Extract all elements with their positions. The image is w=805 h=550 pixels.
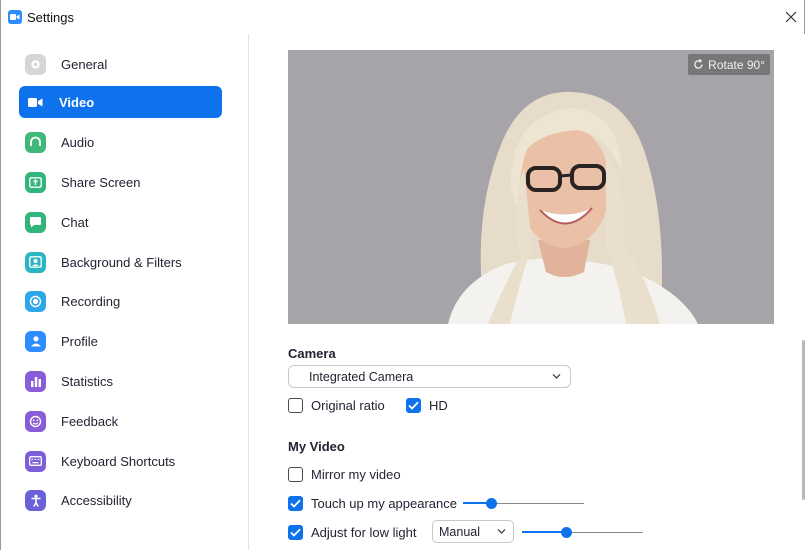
sidebar-item-accessibility[interactable]: Accessibility — [19, 484, 222, 516]
sidebar-item-label: Share Screen — [61, 174, 141, 190]
sidebar-item-label: Recording — [61, 293, 121, 309]
profile-icon — [25, 330, 46, 352]
my-video-section-title: My Video — [288, 439, 345, 454]
hd-checkbox[interactable]: HD — [406, 398, 448, 413]
sidebar-item-feedback[interactable]: Feedback — [19, 405, 222, 437]
sidebar-item-label: Background & Filters — [61, 254, 182, 270]
sidebar-item-video[interactable]: Video — [19, 86, 222, 118]
low-light-mode-value: Manual — [439, 524, 480, 539]
camera-section-title: Camera — [288, 346, 336, 361]
window-title: Settings — [27, 9, 74, 25]
rotate-90-button[interactable]: Rotate 90° — [688, 54, 770, 75]
sidebar-item-label: Keyboard Shortcuts — [61, 453, 176, 469]
slider-thumb[interactable] — [485, 498, 497, 509]
zoom-app-icon — [8, 10, 22, 24]
sidebar-item-label: Video — [59, 94, 95, 110]
chevron-down-icon — [552, 374, 561, 379]
hd-label: HD — [429, 398, 448, 413]
low-light-mode-select[interactable]: Manual — [432, 520, 514, 543]
keyboard-icon — [25, 450, 46, 472]
close-button[interactable] — [782, 8, 800, 26]
video-settings-panel: Rotate 90° Camera Integrated Camera Orig… — [250, 34, 805, 550]
checkmark-icon — [290, 528, 301, 537]
chevron-down-icon — [497, 529, 506, 534]
sidebar-item-chat[interactable]: Chat — [19, 206, 222, 238]
slider-fill — [522, 531, 566, 533]
low-light-label: Adjust for low light — [311, 525, 417, 540]
sidebar-item-label: Statistics — [61, 373, 114, 389]
slider-thumb[interactable] — [560, 527, 572, 538]
touch-up-label: Touch up my appearance — [311, 496, 457, 511]
title-bar: Settings — [1, 0, 804, 34]
statistics-icon — [25, 370, 46, 392]
sidebar-item-background-filters[interactable]: Background & Filters — [19, 246, 222, 278]
sidebar-item-keyboard-shortcuts[interactable]: Keyboard Shortcuts — [19, 445, 222, 477]
sidebar-item-recording[interactable]: Recording — [19, 285, 222, 317]
sidebar-item-share-screen[interactable]: Share Screen — [19, 166, 222, 198]
gear-icon — [25, 53, 46, 75]
sidebar-item-label: Profile — [61, 333, 98, 349]
checkbox-unchecked[interactable] — [288, 398, 303, 413]
checkbox-checked[interactable] — [406, 398, 421, 413]
touch-up-checkbox[interactable]: Touch up my appearance — [288, 496, 457, 511]
sidebar-item-audio[interactable]: Audio — [19, 126, 222, 158]
sidebar-item-label: Accessibility — [61, 492, 132, 508]
camera-select[interactable]: Integrated Camera — [288, 365, 571, 388]
mirror-video-label: Mirror my video — [311, 467, 401, 482]
accessibility-icon — [25, 489, 46, 511]
settings-window: Settings General Video Audio Share Scree… — [0, 0, 805, 550]
video-preview: Rotate 90° — [288, 50, 774, 324]
sidebar-item-label: Chat — [61, 214, 89, 230]
headphones-icon — [25, 131, 46, 153]
low-light-checkbox[interactable]: Adjust for low light — [288, 525, 417, 540]
checkbox-unchecked[interactable] — [288, 467, 303, 482]
checkmark-icon — [290, 499, 301, 508]
camera-select-value: Integrated Camera — [309, 369, 414, 384]
checkmark-icon — [408, 401, 419, 410]
sidebar-item-label: General — [61, 56, 108, 72]
recording-icon — [25, 290, 46, 312]
sidebar-item-profile[interactable]: Profile — [19, 325, 222, 357]
sidebar-item-label: Audio — [61, 134, 95, 150]
sidebar-item-label: Feedback — [61, 413, 119, 429]
background-icon — [25, 251, 46, 273]
rotate-label: Rotate 90° — [708, 57, 765, 72]
original-ratio-checkbox[interactable]: Original ratio — [288, 398, 385, 413]
checkbox-checked[interactable] — [288, 496, 303, 511]
settings-sidebar: General Video Audio Share Screen Chat Ba… — [2, 34, 249, 550]
touch-up-slider[interactable] — [463, 498, 584, 510]
mirror-video-checkbox[interactable]: Mirror my video — [288, 467, 401, 482]
sidebar-item-statistics[interactable]: Statistics — [19, 365, 222, 397]
sidebar-item-general[interactable]: General — [19, 48, 222, 80]
low-light-slider[interactable] — [522, 527, 643, 539]
share-screen-icon — [25, 171, 46, 193]
webcam-person-image — [288, 50, 774, 324]
feedback-icon — [25, 410, 46, 432]
original-ratio-label: Original ratio — [311, 398, 385, 413]
close-icon — [785, 11, 797, 23]
video-camera-icon — [25, 92, 46, 113]
checkbox-checked[interactable] — [288, 525, 303, 540]
chat-icon — [25, 211, 46, 233]
rotate-icon — [694, 59, 703, 69]
